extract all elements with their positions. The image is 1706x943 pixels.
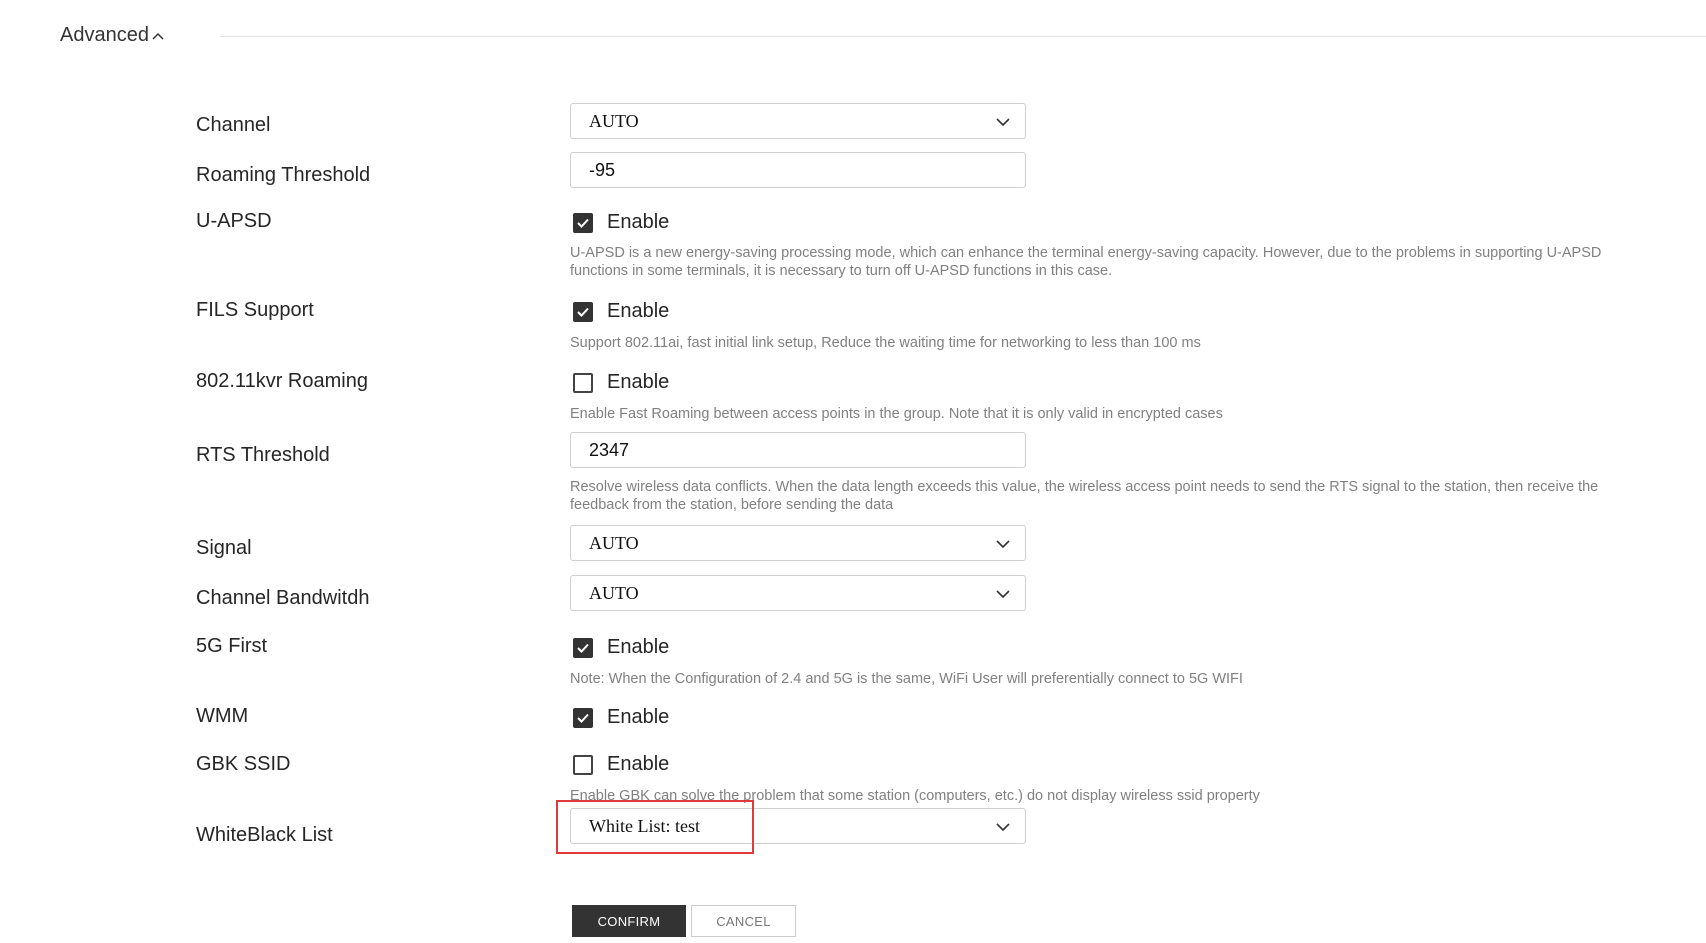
rts-threshold-label: RTS Threshold <box>196 444 330 466</box>
uapsd-enable-checkbox[interactable]: Enable <box>573 211 669 234</box>
confirm-button[interactable]: CONFIRM <box>572 905 686 937</box>
checkbox-label: Enable <box>607 211 670 233</box>
bandwidth-value: AUTO <box>589 582 639 603</box>
5g-first-enable-checkbox[interactable]: Enable <box>573 636 669 659</box>
signal-value: AUTO <box>589 532 639 553</box>
checkbox-label: Enable <box>607 300 670 322</box>
signal-select[interactable]: AUTO <box>570 525 1026 561</box>
roaming-threshold-input[interactable] <box>570 152 1026 188</box>
checkbox-label: Enable <box>607 753 670 775</box>
checkbox-box[interactable] <box>573 637 593 658</box>
channel-bandwidth-select[interactable]: AUTO <box>570 575 1026 611</box>
check-icon <box>577 307 589 317</box>
gbk-enable-checkbox[interactable]: Enable <box>573 753 669 776</box>
checkbox-label: Enable <box>607 706 670 728</box>
checkbox-box[interactable] <box>573 372 593 393</box>
whiteblack-list-select[interactable]: White List: test <box>570 808 1026 844</box>
fils-help-text: Support 802.11ai, fast initial link setu… <box>570 335 1201 351</box>
kvr-enable-checkbox[interactable]: Enable <box>573 371 669 394</box>
uapsd-label: U-APSD <box>196 210 272 232</box>
wmm-label: WMM <box>196 705 249 727</box>
uapsd-help-text: U-APSD is a new energy-saving processing… <box>570 245 1602 279</box>
chevron-down-icon <box>996 118 1010 127</box>
check-icon <box>577 218 589 228</box>
rts-threshold-input[interactable] <box>570 432 1026 468</box>
section-divider <box>220 36 1706 37</box>
checkbox-label: Enable <box>607 371 670 393</box>
kvr-roaming-label: 802.11kvr Roaming <box>196 370 368 392</box>
wmm-enable-checkbox[interactable]: Enable <box>573 706 669 729</box>
whiteblack-value: White List: test <box>589 815 700 836</box>
chevron-down-icon <box>996 823 1010 832</box>
chevron-down-icon <box>996 540 1010 549</box>
fils-enable-checkbox[interactable]: Enable <box>573 300 669 323</box>
check-icon <box>577 643 589 653</box>
checkbox-box[interactable] <box>573 212 593 233</box>
advanced-section-toggle[interactable]: Advanced <box>60 24 165 47</box>
signal-label: Signal <box>196 537 252 559</box>
checkbox-box[interactable] <box>573 754 593 775</box>
checkbox-box[interactable] <box>573 301 593 322</box>
5g-first-label: 5G First <box>196 635 268 657</box>
fils-label: FILS Support <box>196 299 314 321</box>
whiteblack-list-label: WhiteBlack List <box>196 824 333 846</box>
channel-value: AUTO <box>589 110 639 131</box>
gbk-help-text: Enable GBK can solve the problem that so… <box>570 788 1260 804</box>
gbk-ssid-label: GBK SSID <box>196 753 291 775</box>
section-title: Advanced <box>60 24 149 46</box>
checkbox-box[interactable] <box>573 707 593 728</box>
roaming-threshold-label: Roaming Threshold <box>196 164 371 186</box>
5g-first-help-text: Note: When the Configuration of 2.4 and … <box>570 671 1243 687</box>
channel-label: Channel <box>196 114 271 136</box>
check-icon <box>577 713 589 723</box>
caret-up-icon <box>152 32 164 40</box>
channel-select[interactable]: AUTO <box>570 103 1026 139</box>
channel-bandwidth-label: Channel Bandwitdh <box>196 587 370 609</box>
checkbox-label: Enable <box>607 636 670 658</box>
chevron-down-icon <box>996 590 1010 599</box>
cancel-button[interactable]: CANCEL <box>691 905 796 937</box>
kvr-help-text: Enable Fast Roaming between access point… <box>570 406 1223 422</box>
rts-help-text: Resolve wireless data conflicts. When th… <box>570 479 1599 513</box>
